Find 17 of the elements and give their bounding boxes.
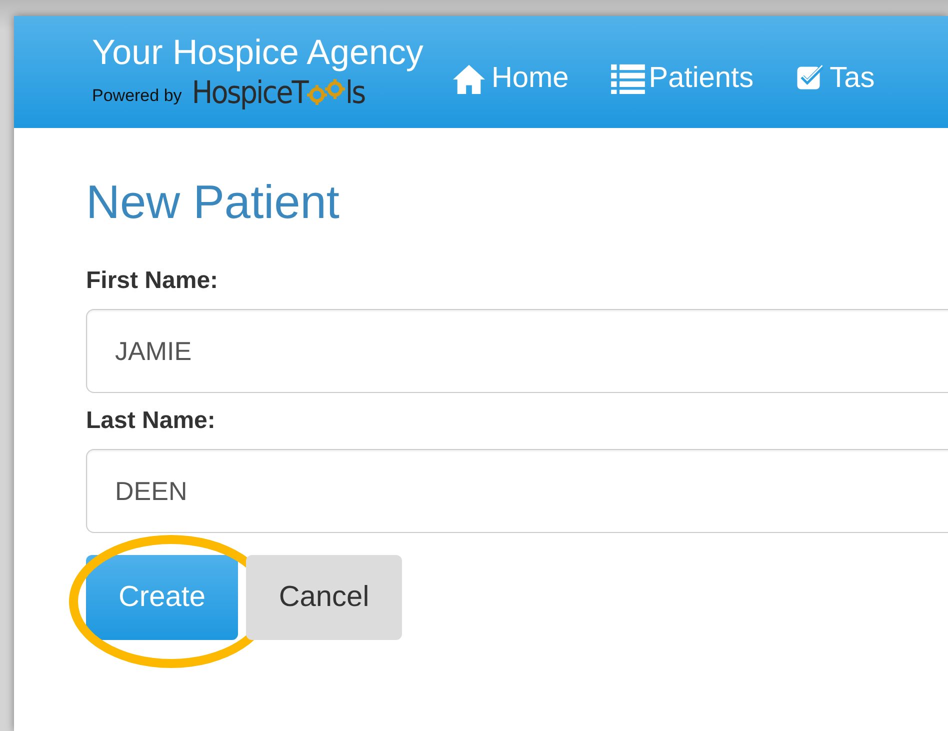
input-field[interactable]: JAMIE: [86, 309, 948, 393]
brand-text: HospiceT: [192, 75, 308, 111]
nav-link[interactable]: Tas: [796, 62, 875, 94]
brand-text: ls: [345, 75, 365, 111]
home-icon: [451, 62, 488, 94]
nav-link[interactable]: Patients: [610, 62, 754, 94]
field-label: First Name:: [86, 267, 220, 295]
list-icon: [610, 62, 645, 94]
cancel-button[interactable]: Cancel: [246, 555, 402, 640]
agency-name: Your Hospice Agency: [92, 33, 424, 73]
input-field[interactable]: DEEN: [86, 449, 948, 533]
powered-by-text: Powered by: [92, 86, 182, 106]
page-title: New Patient: [86, 174, 340, 229]
gears-icon: [307, 79, 346, 107]
create-button[interactable]: Create: [86, 555, 238, 640]
nav-link[interactable]: Home: [451, 62, 569, 94]
field-label: Last Name:: [86, 407, 216, 435]
